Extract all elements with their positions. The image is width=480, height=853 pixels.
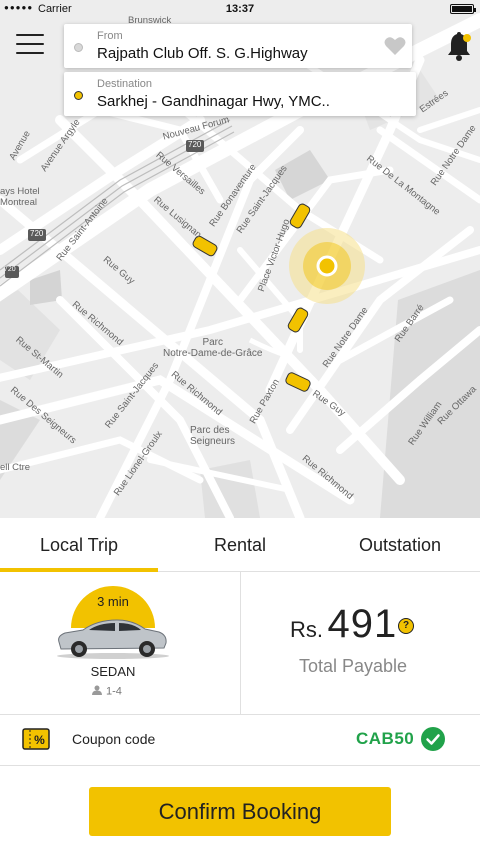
route-shield: 720 <box>30 229 44 238</box>
map-label: ays Hotel Montreal <box>0 186 40 208</box>
currency-label: Rs. <box>290 617 323 642</box>
destination-label: Destination <box>97 78 153 90</box>
map-label: ell Ctre <box>0 462 31 473</box>
total-payable-label: Total Payable <box>298 656 408 676</box>
park-label: Parc Notre-Dame-de-Grâce <box>163 337 263 359</box>
person-icon <box>92 685 102 698</box>
confirm-booking-button[interactable]: Confirm Booking <box>89 787 391 836</box>
pickup-label: From <box>97 30 123 42</box>
ride-summary: 3 min SEDAN 1-4 Rs. 491 ? Total Payable <box>0 572 480 715</box>
coupon-row[interactable]: % Coupon code CAB50 <box>0 716 480 766</box>
fare-info-icon[interactable]: ? <box>398 618 414 634</box>
destination-value: Sarkhej - Gandhinagar Hwy, YMC.. <box>97 93 330 110</box>
destination-location-field[interactable]: Destination Sarkhej - Gandhinagar Hwy, Y… <box>64 72 416 116</box>
seat-range: 1-4 <box>106 685 122 698</box>
tab-outstation[interactable]: Outstation <box>320 518 480 572</box>
tab-local-trip[interactable]: Local Trip <box>0 518 158 572</box>
hamburger-menu-icon[interactable] <box>16 34 44 60</box>
fare-amount: Rs. 491 <box>290 602 397 647</box>
status-bar: ●●●●● Carrier 13:37 <box>0 0 480 18</box>
park-label: Parc des Seigneurs <box>190 425 236 447</box>
car-type-label: SEDAN <box>90 664 136 679</box>
route-shield: 720 <box>4 266 16 273</box>
destination-dot-icon <box>74 91 83 100</box>
seat-capacity: 1-4 <box>92 685 122 698</box>
battery-icon <box>450 4 476 14</box>
check-icon <box>421 727 445 751</box>
trip-type-tabs: Local Trip Rental Outstation <box>0 518 480 572</box>
pickup-location-field[interactable]: From Rajpath Club Off. S. G.Highway <box>64 24 412 68</box>
divider <box>240 572 241 715</box>
heart-icon[interactable] <box>384 36 406 56</box>
clock: 13:37 <box>225 3 255 15</box>
fare-value: 491 <box>327 602 398 646</box>
coupon-ticket-icon: % <box>22 728 50 750</box>
pickup-value: Rajpath Club Off. S. G.Highway <box>97 45 308 62</box>
coupon-code-value: CAB50 <box>356 729 415 748</box>
pickup-dot-icon <box>74 43 83 52</box>
bell-icon[interactable] <box>444 30 474 62</box>
eta-text: 3 min <box>97 594 129 609</box>
tab-rental[interactable]: Rental <box>160 518 320 572</box>
route-shield: 720 <box>188 140 202 149</box>
sedan-car-icon[interactable] <box>53 612 171 660</box>
coupon-label: Coupon code <box>72 731 156 747</box>
svg-text:%: % <box>34 733 45 747</box>
